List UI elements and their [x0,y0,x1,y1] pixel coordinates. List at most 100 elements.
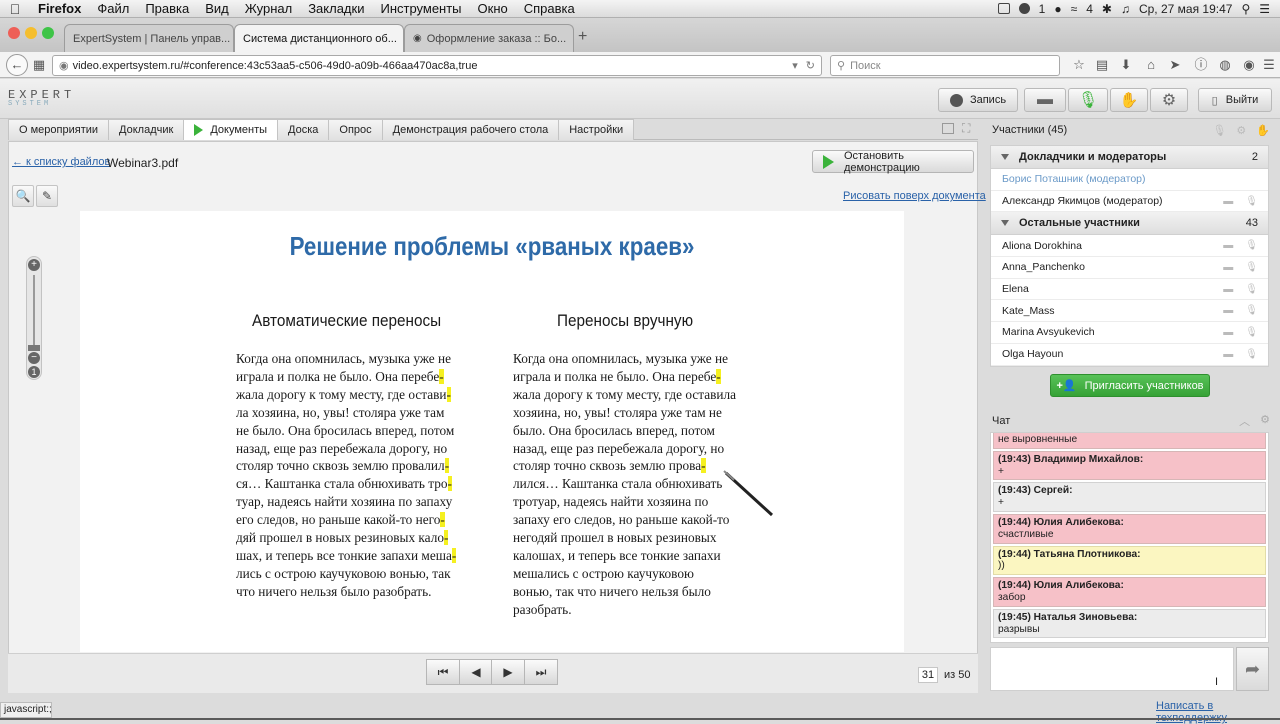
next-page-button[interactable]: ▶ [491,659,525,685]
participant-row[interactable]: Aliona Dorokhina ▬ 🎙 [991,235,1268,258]
prev-page-button[interactable]: ◀ [459,659,493,685]
last-page-button[interactable]: ⏭ [524,659,558,685]
menu-item[interactable]: Журнал [237,1,300,16]
spotlight-icon[interactable]: ⚲ [1241,2,1250,16]
zoom-window-icon[interactable] [42,27,54,39]
participant-row[interactable]: Marina Avsyukevich ▬ 🎙 [991,322,1268,344]
zoom-handle[interactable] [28,345,40,351]
first-page-button[interactable]: ⏮ [426,659,460,685]
participant-row[interactable]: Александр Якимцов (модератор) ▬ 🎙 [991,191,1268,213]
menu-item[interactable]: Файл [89,1,137,16]
camera-off-icon[interactable]: ▬ [1223,196,1233,207]
fullscreen-icon[interactable]: ⛶ [962,121,970,136]
zoom-in-icon[interactable]: + [28,259,40,271]
participant-row[interactable]: Борис Поташник (модератор) [991,169,1268,191]
bell-icon[interactable]: ● [1054,2,1061,16]
mic-off-icon[interactable]: 🎙 [1245,284,1258,295]
zoom-reset-icon[interactable]: 1 [28,366,40,378]
tab-6[interactable]: Настройки [558,119,635,140]
menu-app-firefox[interactable]: Firefox [30,1,89,16]
mic-off-icon[interactable]: 🎙 [1245,349,1258,360]
participants-settings-icon[interactable]: ⚙ [1236,124,1246,137]
participant-group[interactable]: Докладчики и модераторы 2 [991,146,1268,169]
tab-3[interactable]: Доска [277,119,330,140]
mic-off-icon[interactable]: 🎙 [1245,240,1258,251]
minimize-window-icon[interactable] [25,27,37,39]
collapse-chat-icon[interactable]: ︿ [1239,413,1250,429]
close-tab-icon[interactable]: ✕ [397,32,404,45]
chat-input[interactable]: I [990,647,1234,691]
camera-button[interactable]: ▬ [1024,88,1066,112]
current-page-input[interactable]: 31 [918,667,938,683]
menu-item[interactable]: Правка [137,1,197,16]
camera-off-icon[interactable]: ▬ [1223,284,1233,295]
browser-tab-2[interactable]: Система дистанционного об...✕ [234,24,404,52]
invite-participants-button[interactable]: +👤 Пригласить участников [1050,374,1210,397]
tray-circle-icon[interactable] [1018,3,1030,14]
pen-tool-icon[interactable]: ✎ [36,185,58,207]
participant-row[interactable]: Anna_Panchenko ▬ 🎙 [991,257,1268,279]
raise-hand-button[interactable]: ✋ [1110,88,1148,112]
menu-item[interactable]: Вид [197,1,237,16]
close-window-icon[interactable] [8,27,20,39]
browser-tab-3[interactable]: ◉ Оформление заказа :: Бо...✕ [404,24,574,52]
participant-row[interactable]: Olga Hayoun ▬ 🎙 [991,344,1268,366]
menu-item[interactable]: Инструменты [372,1,469,16]
participant-row[interactable]: Kate_Mass ▬ 🎙 [991,300,1268,323]
menu-item[interactable]: Закладки [300,1,372,16]
camera-off-icon[interactable]: ▬ [1223,305,1233,316]
tab-1[interactable]: Докладчик [108,119,185,140]
mic-off-icon[interactable]: 🎙 [1245,327,1258,338]
menu-item[interactable]: Окно [470,1,516,16]
wifi-icon[interactable]: ≈ [1071,2,1078,16]
window-mode-icon[interactable] [942,123,954,134]
new-tab-button[interactable]: + [578,28,587,46]
downloads-icon[interactable]: ⬇ [1117,56,1135,74]
tab-4[interactable]: Опрос [328,119,383,140]
record-button[interactable]: Запись [938,88,1018,112]
search-field[interactable]: ⚲ Поиск [830,55,1060,76]
apple-icon[interactable]:  [0,1,30,17]
camera-off-icon[interactable]: ▬ [1223,240,1233,251]
support-link[interactable]: Написать в техподдержку [1156,700,1280,724]
mic-off-icon[interactable]: 🎙 [1245,196,1258,207]
send-message-button[interactable]: ➦ [1236,647,1269,691]
tab-0[interactable]: О мероприятии [8,119,110,140]
bluetooth-icon[interactable]: ✱ [1102,2,1112,16]
zoom-slider[interactable]: + − 1 [26,256,42,380]
participant-group[interactable]: Остальные участники 43 [991,212,1268,236]
send-icon[interactable]: ➤ [1166,56,1184,74]
mic-off-icon[interactable]: 🎙 [1245,305,1258,316]
browser-tab-1[interactable]: ExpertSystem | Панель управ...✕ [64,24,234,52]
chat-settings-icon[interactable]: ⚙ [1260,413,1270,429]
reload-icon[interactable]: ↻ [806,59,815,72]
zoom-tool-icon[interactable]: 🔍 [12,185,34,207]
draw-over-document-link[interactable]: Рисовать поверх документа [843,190,986,202]
hand-list-icon[interactable]: ✋ [1256,124,1270,137]
tray-icon[interactable] [997,3,1010,14]
dropdown-icon[interactable]: ▾ [792,59,798,72]
tab-2[interactable]: Документы [183,119,279,140]
url-bar[interactable]: ◉ video.expertsystem.ru/#conference:43c5… [52,55,822,76]
mute-all-icon[interactable]: 🎙 [1212,124,1226,137]
stop-demo-button[interactable]: Остановить демонстрацию [812,150,974,174]
back-to-files-link[interactable]: ← к списку файлов [12,156,110,168]
menu-icon[interactable]: ☰ [1260,56,1278,74]
info-icon[interactable]: ⓘ [1192,56,1210,74]
microphone-button[interactable]: 🎙 [1068,88,1108,112]
participant-row[interactable]: Elena ▬ 🎙 [991,279,1268,301]
reader-icon[interactable]: ▦ [30,56,48,74]
bookmark-star-icon[interactable]: ☆ [1070,56,1088,74]
camera-off-icon[interactable]: ▬ [1223,327,1233,338]
home-icon[interactable]: ⌂ [1142,56,1160,74]
settings-button[interactable]: ⚙ [1150,88,1188,112]
bookmarks-list-icon[interactable]: ▤ [1093,56,1111,74]
zoom-out-icon[interactable]: − [28,352,40,364]
volume-icon[interactable]: ♫ [1121,2,1130,16]
pocket-icon[interactable]: ◍ [1216,56,1234,74]
list-icon[interactable]: ☰ [1259,2,1270,16]
menu-item[interactable]: Справка [516,1,583,16]
collapse-triangle-icon[interactable] [1001,220,1009,227]
collapse-triangle-icon[interactable] [1001,154,1009,160]
camera-off-icon[interactable]: ▬ [1223,262,1233,273]
